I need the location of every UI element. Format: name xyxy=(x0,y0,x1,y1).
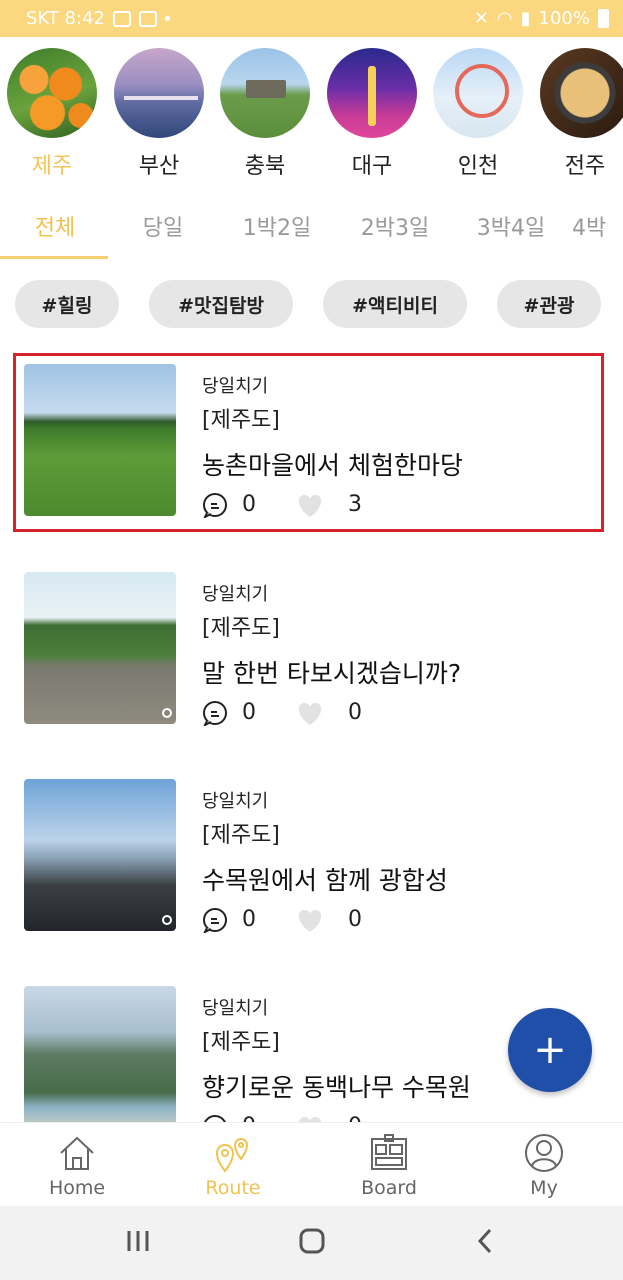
post-title: 향기로운 동백나무 수목원 xyxy=(202,1073,471,1102)
region-label: 충북 xyxy=(244,154,286,179)
post-thumbnail xyxy=(24,572,176,724)
hashtag-activity[interactable]: #액티비티 xyxy=(323,280,467,328)
post-region: [제주도] xyxy=(202,1030,280,1055)
region-jeju-image xyxy=(7,48,97,138)
image-watermark-icon xyxy=(162,915,172,925)
heart-icon[interactable] xyxy=(296,909,324,933)
post-thumbnail xyxy=(24,364,176,516)
hashtag-food-tour[interactable]: #맛집탐방 xyxy=(149,280,293,328)
tab-all[interactable]: 전체 xyxy=(0,210,110,242)
post-thumbnail xyxy=(24,986,176,1138)
tab-1n2d[interactable]: 1박2일 xyxy=(222,210,332,242)
notification-dot-icon xyxy=(164,16,170,21)
bottom-navigation: Home Route Board My xyxy=(0,1122,623,1206)
hashtag-sightseeing[interactable]: #관광 xyxy=(497,280,601,328)
mute-icon: ✕ xyxy=(473,8,489,29)
wifi-icon: ◠ xyxy=(496,8,513,29)
region-daegu-image xyxy=(327,48,417,138)
nav-home-label: Home xyxy=(48,1177,106,1199)
comment-icon[interactable] xyxy=(202,492,228,518)
post-meta: 0 3 xyxy=(202,492,402,522)
add-post-button[interactable]: + xyxy=(508,1008,592,1092)
battery-icon xyxy=(598,9,609,28)
region-incheon[interactable]: 인천 xyxy=(433,48,523,180)
post-region: [제주도] xyxy=(202,408,280,433)
region-label: 부산 xyxy=(138,154,180,179)
home-icon xyxy=(60,1136,94,1170)
battery-percent: 100% xyxy=(538,8,590,29)
nav-board[interactable]: Board xyxy=(334,1133,444,1199)
region-label: 전주 xyxy=(564,154,606,179)
post-title: 수목원에서 함께 광합성 xyxy=(202,866,448,895)
image-watermark-icon xyxy=(162,708,172,718)
region-chungbuk-image xyxy=(220,48,310,138)
hashtag-healing[interactable]: #힐링 xyxy=(15,280,119,328)
nav-my[interactable]: My xyxy=(489,1133,599,1199)
status-bar: SKT 8:42 ✕ ◠ ▮ 100% xyxy=(0,0,623,37)
tab-4n[interactable]: 4박 xyxy=(572,210,623,242)
comment-count: 0 xyxy=(242,907,256,932)
tab-2n3d[interactable]: 2박3일 xyxy=(340,210,450,242)
post-category: 당일치기 xyxy=(202,791,269,812)
post-category: 당일치기 xyxy=(202,998,269,1019)
region-label: 제주 xyxy=(31,154,73,179)
tab-3n4d[interactable]: 3박4일 xyxy=(456,210,566,242)
region-busan-image xyxy=(114,48,204,138)
region-jeju[interactable]: 제주 xyxy=(7,48,97,180)
region-jeonju-image xyxy=(540,48,623,138)
comment-icon[interactable] xyxy=(202,700,228,726)
tab-day-trip[interactable]: 당일 xyxy=(108,210,218,242)
post-thumbnail xyxy=(24,779,176,931)
post-meta: 0 0 xyxy=(202,700,402,730)
user-profile-icon xyxy=(525,1134,563,1172)
comment-icon[interactable] xyxy=(202,907,228,933)
home-button-icon[interactable] xyxy=(299,1228,325,1254)
signal-icon: ▮ xyxy=(520,8,531,29)
nav-home[interactable]: Home xyxy=(22,1133,132,1199)
route-pin-icon xyxy=(215,1138,249,1173)
board-icon xyxy=(371,1134,407,1170)
status-carrier-time: SKT 8:42 xyxy=(26,8,105,29)
nav-route[interactable]: Route xyxy=(178,1133,288,1199)
message-notification-icon xyxy=(138,10,157,27)
post-region: [제주도] xyxy=(202,823,280,848)
like-count: 3 xyxy=(348,492,362,517)
region-selector: 제주 부산 충북 대구 인천 전주 xyxy=(0,48,623,188)
nav-board-label: Board xyxy=(361,1177,417,1199)
region-daegu[interactable]: 대구 xyxy=(327,48,417,180)
region-label: 인천 xyxy=(457,154,499,179)
system-navigation-bar xyxy=(0,1206,623,1280)
post-card[interactable]: 당일치기 [제주도] 농촌마을에서 체험한마당 0 3 xyxy=(24,364,604,518)
post-category: 당일치기 xyxy=(202,376,269,397)
region-chungbuk[interactable]: 충북 xyxy=(220,48,310,180)
post-card[interactable]: 당일치기 [제주도] 말 한번 타보시겠습니까? 0 0 xyxy=(24,572,604,726)
back-icon[interactable] xyxy=(476,1228,494,1254)
nav-my-label: My xyxy=(530,1177,558,1199)
like-count: 0 xyxy=(348,700,362,725)
nav-route-label: Route xyxy=(205,1177,261,1199)
post-meta: 0 0 xyxy=(202,907,402,937)
region-busan[interactable]: 부산 xyxy=(114,48,204,180)
comment-count: 0 xyxy=(242,492,256,517)
gallery-notification-icon xyxy=(112,10,131,27)
post-title: 농촌마을에서 체험한마당 xyxy=(202,451,463,480)
heart-icon[interactable] xyxy=(296,494,324,518)
post-category: 당일치기 xyxy=(202,584,269,605)
like-count: 0 xyxy=(348,907,362,932)
recent-apps-icon[interactable] xyxy=(126,1228,150,1254)
duration-tabs: 전체 당일 1박2일 2박3일 3박4일 4박 xyxy=(0,200,623,260)
plus-icon: + xyxy=(533,1027,567,1073)
post-region: [제주도] xyxy=(202,616,280,641)
post-card[interactable]: 당일치기 [제주도] 수목원에서 함께 광합성 0 0 xyxy=(24,779,604,933)
heart-icon[interactable] xyxy=(296,702,324,726)
comment-count: 0 xyxy=(242,700,256,725)
region-jeonju[interactable]: 전주 xyxy=(540,48,623,180)
region-label: 대구 xyxy=(351,154,393,179)
tab-indicator xyxy=(0,256,108,259)
region-incheon-image xyxy=(433,48,523,138)
post-title: 말 한번 타보시겠습니까? xyxy=(202,659,462,688)
